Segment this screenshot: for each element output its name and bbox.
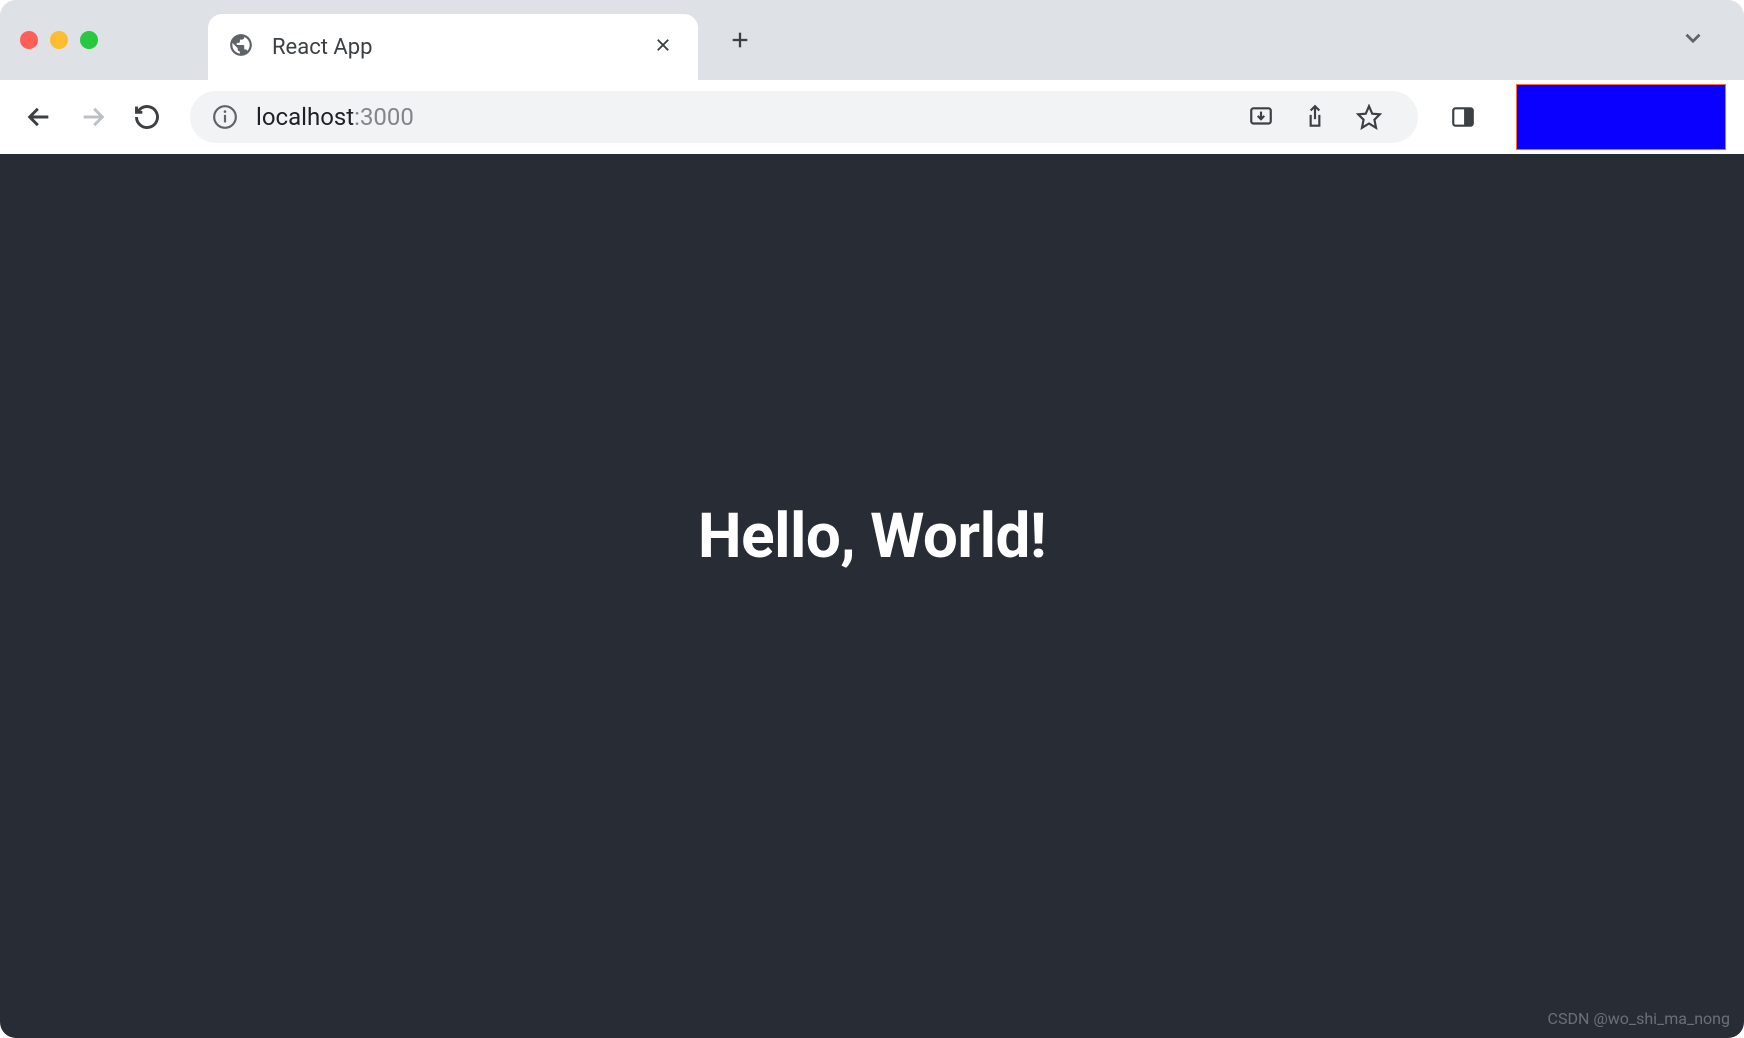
tab-title: React App [272, 35, 630, 60]
page-heading: Hello, World! [698, 500, 1046, 573]
back-button[interactable] [18, 96, 60, 138]
side-panel-button[interactable] [1440, 94, 1486, 140]
close-window-button[interactable] [20, 31, 38, 49]
url-host: localhost [256, 103, 354, 131]
globe-icon [228, 32, 254, 62]
tab-bar: React App [0, 0, 1744, 80]
site-info-icon[interactable] [212, 104, 238, 130]
profile-extension-area[interactable] [1516, 84, 1726, 150]
share-button[interactable] [1292, 94, 1338, 140]
minimize-window-button[interactable] [50, 31, 68, 49]
maximize-window-button[interactable] [80, 31, 98, 49]
window-controls [20, 31, 98, 49]
browser-window: React App localhost:3000 [0, 0, 1744, 1038]
tab-overflow-button[interactable] [1680, 25, 1706, 55]
bookmark-button[interactable] [1346, 94, 1392, 140]
url-port: :3000 [354, 103, 414, 131]
forward-button[interactable] [72, 96, 114, 138]
browser-tab[interactable]: React App [208, 14, 698, 80]
reload-button[interactable] [126, 96, 168, 138]
page-content: Hello, World! CSDN @wo_shi_ma_nong [0, 154, 1744, 1038]
toolbar: localhost:3000 [0, 80, 1744, 154]
new-tab-button[interactable] [720, 20, 760, 60]
url-text: localhost:3000 [256, 103, 414, 131]
address-bar[interactable]: localhost:3000 [190, 91, 1418, 143]
close-tab-button[interactable] [648, 29, 678, 66]
watermark-text: CSDN @wo_shi_ma_nong [1548, 1009, 1730, 1028]
install-app-button[interactable] [1238, 94, 1284, 140]
